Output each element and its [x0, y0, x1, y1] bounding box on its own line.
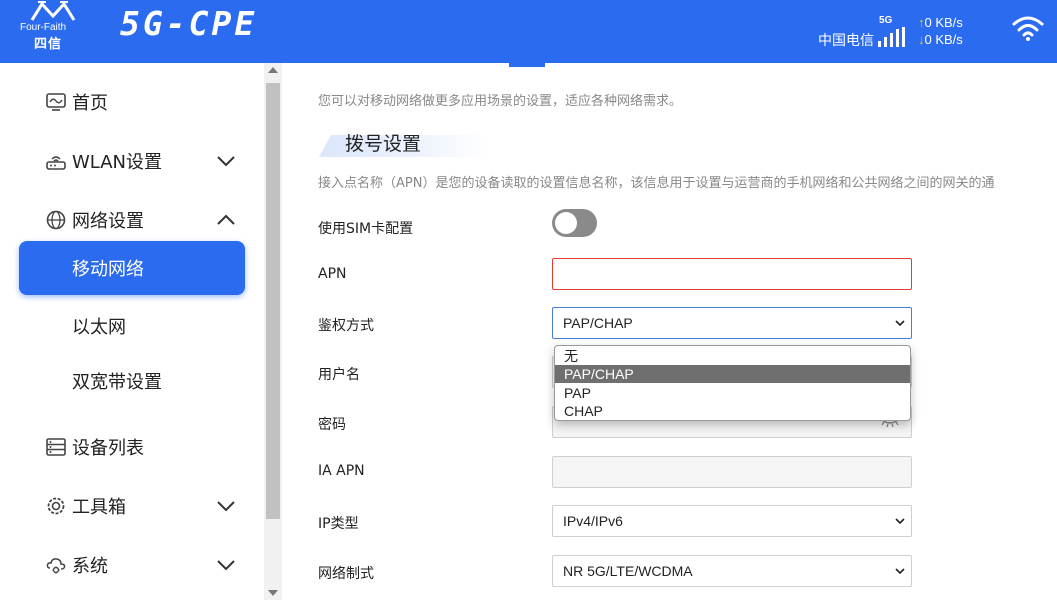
- sidebar-item-label: 网络设置: [72, 211, 144, 232]
- section-title: 拨号设置: [319, 129, 489, 159]
- dropdown-option-pap[interactable]: PAP: [555, 384, 910, 402]
- logo-text: Four-Faith: [20, 22, 67, 33]
- password-label: 密码: [318, 417, 346, 433]
- sidebar-item-label: 首页: [72, 93, 108, 114]
- chevron-down-icon: [217, 156, 235, 167]
- logo-cn: 四信: [34, 37, 63, 52]
- toggle-knob: [555, 212, 577, 234]
- ia-apn-input[interactable]: [552, 456, 912, 488]
- section-title-text: 拨号设置: [345, 133, 422, 155]
- signal-strength-icon: [878, 27, 905, 47]
- apn-input[interactable]: [552, 258, 912, 290]
- chevron-down-icon: [895, 568, 905, 575]
- sidebar-item-device-list[interactable]: 设备列表: [0, 425, 264, 469]
- list-icon: [46, 438, 66, 456]
- ip-type-label: IP类型: [318, 516, 359, 532]
- chevron-down-icon: [217, 501, 235, 512]
- chevron-down-icon: [895, 320, 905, 327]
- sidebar: 首页 WLAN设置 网络设置 移动网络 以太网 双宽带设置 设备列表 工具箱 系…: [0, 63, 282, 600]
- product-title: 5G-CPE: [120, 4, 258, 43]
- network-mode-label: 网络制式: [318, 566, 374, 582]
- apn-description: 接入点名称（APN）是您的设备读取的设置信息名称，该信息用于设置与运营商的手机网…: [318, 176, 995, 191]
- page-description: 您可以对移动网络做更多应用场景的设置，适应各种网络需求。: [318, 94, 683, 109]
- sidebar-item-label: 设备列表: [72, 438, 144, 459]
- sidebar-scrollbar[interactable]: [264, 63, 282, 600]
- monitor-icon: [46, 93, 66, 111]
- network-mode-select[interactable]: NR 5G/LTE/WCDMA: [552, 555, 912, 587]
- gear-icon: [47, 497, 65, 515]
- upload-speed: 0 KB/s: [924, 15, 963, 30]
- scroll-down-arrow-icon[interactable]: [268, 590, 278, 596]
- speed-readout: ↑0 KB/s ↓0 KB/s: [918, 14, 963, 48]
- sidebar-subitem-ethernet[interactable]: 以太网: [19, 299, 245, 353]
- router-icon: [46, 156, 66, 170]
- logo-mark-icon: [30, 1, 76, 21]
- auth-select-value: PAP/CHAP: [563, 315, 633, 331]
- carrier-name: 中国电信: [818, 32, 874, 48]
- sidebar-item-label: 系统: [72, 556, 108, 577]
- dropdown-option-none[interactable]: 无: [555, 347, 910, 365]
- network-mode-select-value: NR 5G/LTE/WCDMA: [563, 563, 693, 579]
- chevron-up-icon: [217, 214, 235, 225]
- brand-logo: Four-Faith 四信: [18, 0, 90, 52]
- main-content: 您可以对移动网络做更多应用场景的设置，适应各种网络需求。 拨号设置 接入点名称（…: [283, 67, 1057, 600]
- chevron-down-icon: [217, 560, 235, 571]
- dropdown-option-chap[interactable]: CHAP: [555, 402, 910, 420]
- auth-label: 鉴权方式: [318, 318, 374, 334]
- sidebar-item-home[interactable]: 首页: [0, 80, 264, 124]
- ip-type-select[interactable]: IPv4/IPv6: [552, 505, 912, 537]
- sidebar-subitem-label: 以太网: [72, 317, 126, 338]
- apn-label: APN: [318, 266, 347, 282]
- use-sim-label: 使用SIM卡配置: [318, 221, 414, 237]
- ia-apn-label: IA APN: [318, 463, 365, 479]
- sidebar-subitem-label: 双宽带设置: [72, 372, 162, 393]
- globe-icon: [46, 210, 66, 230]
- auth-select[interactable]: PAP/CHAP: [552, 307, 912, 339]
- download-speed: 0 KB/s: [924, 32, 963, 47]
- sidebar-item-network[interactable]: 网络设置: [0, 198, 264, 242]
- sidebar-item-label: 工具箱: [72, 497, 126, 518]
- use-sim-toggle[interactable]: [552, 209, 597, 237]
- username-label: 用户名: [318, 367, 360, 383]
- auth-dropdown-list[interactable]: 无 PAP/CHAP PAP CHAP: [554, 345, 911, 421]
- scroll-up-arrow-icon[interactable]: [268, 67, 278, 73]
- chevron-down-icon: [895, 518, 905, 525]
- sidebar-item-system[interactable]: 系统: [0, 543, 264, 587]
- sidebar-item-wlan[interactable]: WLAN设置: [0, 139, 264, 183]
- sidebar-item-label: WLAN设置: [72, 152, 163, 173]
- scroll-thumb[interactable]: [266, 83, 280, 519]
- top-header: Four-Faith 四信 5G-CPE 中国电信 5G ↑0 KB/s ↓0 …: [0, 0, 1057, 63]
- sidebar-subitem-label: 移动网络: [72, 259, 144, 280]
- wifi-icon[interactable]: [1012, 14, 1044, 42]
- dropdown-option-pap-chap[interactable]: PAP/CHAP: [555, 365, 910, 383]
- sidebar-subitem-dual-broadband[interactable]: 双宽带设置: [19, 354, 245, 408]
- sidebar-item-toolbox[interactable]: 工具箱: [0, 484, 264, 528]
- network-generation: 5G: [879, 15, 893, 26]
- sidebar-subitem-mobile-network[interactable]: 移动网络: [19, 241, 245, 295]
- cloud-gear-icon: [46, 558, 66, 574]
- ip-type-select-value: IPv4/IPv6: [563, 513, 623, 529]
